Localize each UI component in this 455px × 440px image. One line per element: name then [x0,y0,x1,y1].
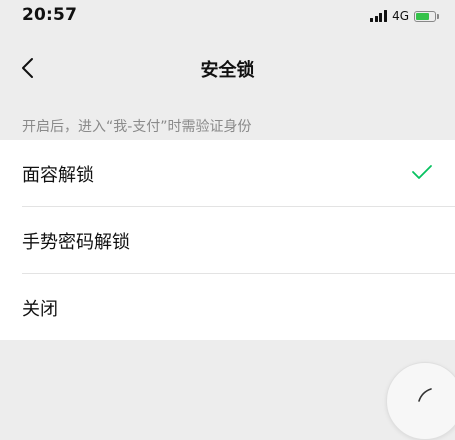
network-type: 4G [392,9,409,23]
floating-window-icon [418,388,432,402]
status-bar: 20:57 4G [0,0,455,36]
checkmark-icon [412,165,432,179]
battery-cap [437,13,439,19]
hint-text: 开启后，进入“我-支付”时需验证身份 [22,119,252,135]
lock-options-list: 面容解锁 手势密码解锁 关闭 [0,140,455,340]
status-indicators: 4G [370,8,439,24]
option-label: 关闭 [22,299,58,320]
option-label: 手势密码解锁 [22,232,130,253]
nav-bar: 安全锁 [0,44,455,92]
option-label: 面容解锁 [22,165,94,186]
option-face-unlock[interactable]: 面容解锁 [0,140,455,206]
floating-window-button[interactable] [386,362,455,440]
battery-icon [414,10,436,22]
battery-level [416,12,429,20]
signal-icon [370,10,388,22]
status-time: 20:57 [22,5,78,25]
option-off[interactable]: 关闭 [0,274,455,340]
page-title: 安全锁 [200,60,255,81]
option-gesture-unlock[interactable]: 手势密码解锁 [0,207,455,273]
